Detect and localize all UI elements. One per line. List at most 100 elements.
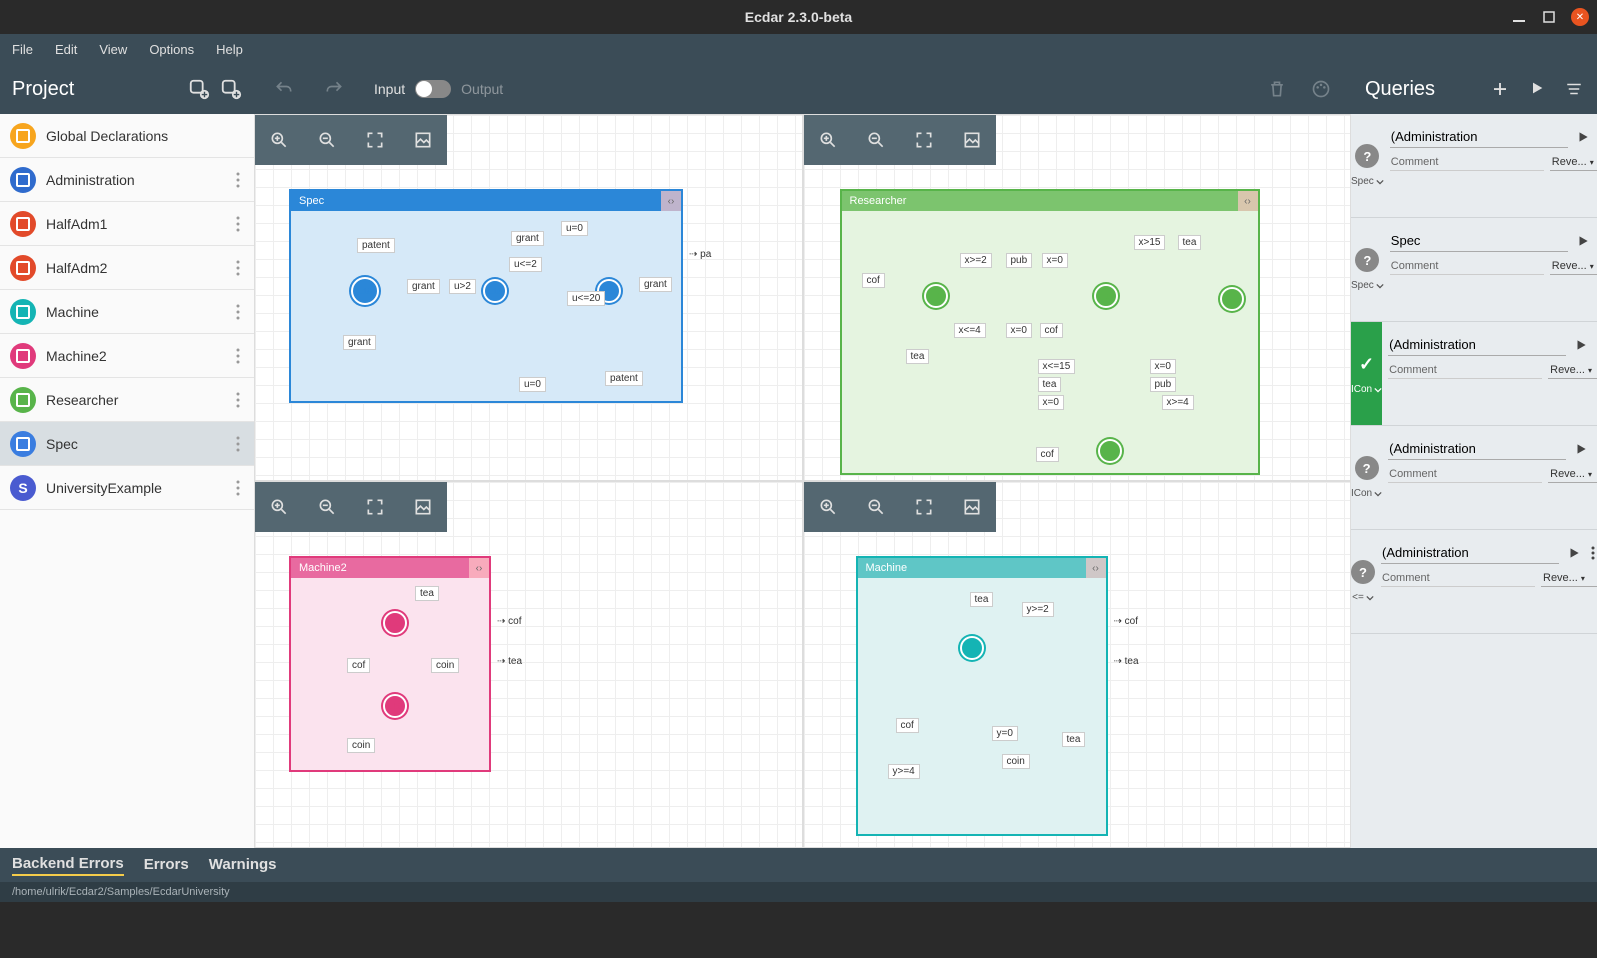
edge-label[interactable]: grant [511,231,544,246]
zoom-in-icon[interactable] [269,130,289,150]
maximize-button[interactable] [1541,9,1557,25]
tab-backend-errors[interactable]: Backend Errors [12,855,124,876]
image-icon[interactable] [413,130,433,150]
edge-label[interactable]: cof [1036,447,1059,462]
project-item-machine2[interactable]: Machine2 [0,334,254,378]
zoom-out-icon[interactable] [317,497,337,517]
query-type-dropdown[interactable]: ICon [1351,488,1382,499]
edge-label[interactable]: u>2 [449,279,476,294]
zoom-out-icon[interactable] [866,130,886,150]
edge-label[interactable]: cof [862,273,885,288]
query-type-dropdown[interactable]: Spec [1351,280,1384,291]
item-menu-button[interactable] [232,300,244,324]
queries-menu-button[interactable] [1565,80,1583,98]
edge-label[interactable]: x>=4 [1162,395,1194,410]
edge-label[interactable]: x=0 [1006,323,1032,338]
edge-label[interactable]: u<=2 [509,257,542,272]
run-all-queries-button[interactable] [1529,80,1545,98]
item-menu-button[interactable] [232,432,244,456]
edge-label[interactable]: x<=15 [1038,359,1076,374]
item-menu-button[interactable] [232,256,244,280]
add-system-icon[interactable] [220,78,242,100]
tab-errors[interactable]: Errors [144,856,189,875]
close-button[interactable]: ✕ [1571,8,1589,26]
project-item-universityexample[interactable]: SUniversityExample [0,466,254,510]
component-spec[interactable]: Spec‹›L18L16L17patentgrantu>2grantu=0u<=… [289,189,683,403]
component-collapse-icon[interactable]: ‹› [469,558,489,578]
project-item-administration[interactable]: Administration [0,158,254,202]
query-backend-dropdown[interactable]: Reve... ▾ [1548,362,1597,379]
edge-label[interactable]: x>15 [1134,235,1166,250]
menu-edit[interactable]: Edit [55,42,77,57]
component-collapse-icon[interactable]: ‹› [1086,558,1106,578]
node-L10[interactable]: L10 [383,694,407,718]
image-icon[interactable] [962,130,982,150]
query-text-input[interactable] [1381,542,1559,564]
node-L9[interactable]: L9 [924,284,948,308]
edge-label[interactable]: pub [1150,377,1177,392]
node-L6[interactable]: L6 [1094,284,1118,308]
menu-file[interactable]: File [12,42,33,57]
query-text-input[interactable] [1388,438,1566,460]
query-type-dropdown[interactable]: Spec [1351,176,1384,187]
item-menu-button[interactable] [232,212,244,236]
query-backend-dropdown[interactable]: Reve... ▾ [1548,466,1597,483]
query-backend-dropdown[interactable]: Reve... ▾ [1550,258,1597,275]
edge-label[interactable]: tea [906,349,930,364]
edge-label[interactable]: patent [605,371,643,386]
project-item-researcher[interactable]: Researcher [0,378,254,422]
query-backend-dropdown[interactable]: Reve... ▾ [1541,570,1597,587]
query-comment-input[interactable]: Comment [1390,154,1544,171]
edge-label[interactable]: grant [639,277,672,292]
edge-label[interactable]: x=0 [1150,359,1176,374]
zoom-out-icon[interactable] [866,497,886,517]
query-comment-input[interactable]: Comment [1390,258,1544,275]
io-switch[interactable] [415,80,451,98]
edge-label[interactable]: tea [1062,732,1086,747]
palette-button[interactable] [1311,79,1331,99]
edge-label[interactable]: u=0 [561,221,588,236]
edge-label[interactable]: x<=4 [954,323,986,338]
run-query-button[interactable] [1574,128,1592,146]
edge-label[interactable]: y>=4 [888,764,920,779]
project-item-machine[interactable]: Machine [0,290,254,334]
project-item-halfadm2[interactable]: HalfAdm2 [0,246,254,290]
edge-label[interactable]: tea [415,586,439,601]
node-U0[interactable]: U0 [1220,287,1244,311]
edge-label[interactable]: u=0 [519,377,546,392]
canvas-pane-machine2[interactable]: coin →⇢ cof⇢ teaMachine2‹›L11L10teacofco… [254,481,803,848]
edge-label[interactable]: grant [407,279,440,294]
menu-view[interactable]: View [99,42,127,57]
query-type-dropdown[interactable]: ICon [1351,384,1382,395]
redo-button[interactable] [324,79,344,99]
edge-label[interactable]: u<=20 [567,291,605,306]
query-comment-input[interactable]: Comment [1381,570,1535,587]
node-L7[interactable]: L7 [1098,439,1122,463]
node-L11[interactable]: L11 [383,611,407,635]
edge-label[interactable]: pub [1006,253,1033,268]
zoom-in-icon[interactable] [818,497,838,517]
edge-label[interactable]: x=0 [1042,253,1068,268]
component-machine[interactable]: Machine‹›L5teay>=2cofy=0teacoiny>=4 [856,556,1108,836]
edge-label[interactable]: x>=2 [960,253,992,268]
edge-label[interactable]: patent [357,238,395,253]
component-machine2[interactable]: Machine2‹›L11L10teacofcoincoin [289,556,491,772]
zoom-in-icon[interactable] [269,497,289,517]
edge-label[interactable]: cof [896,718,919,733]
edge-label[interactable]: tea [970,592,994,607]
undo-button[interactable] [274,79,294,99]
canvas-pane-spec[interactable]: rant →⇢ paSpec‹›L18L16L17patentgrantu>2g… [254,114,803,481]
edge-label[interactable]: tea [1038,377,1062,392]
edge-label[interactable]: x=0 [1038,395,1064,410]
query-type-dropdown[interactable]: <= [1352,592,1374,603]
menu-options[interactable]: Options [149,42,194,57]
edge-label[interactable]: tea [1178,235,1202,250]
item-menu-button[interactable] [232,388,244,412]
project-item-spec[interactable]: Spec [0,422,254,466]
node-L16[interactable]: L16 [483,279,507,303]
run-query-button[interactable] [1574,232,1592,250]
menu-help[interactable]: Help [216,42,243,57]
component-collapse-icon[interactable]: ‹› [1238,191,1258,211]
node-L5[interactable]: L5 [960,636,984,660]
fit-screen-icon[interactable] [914,130,934,150]
